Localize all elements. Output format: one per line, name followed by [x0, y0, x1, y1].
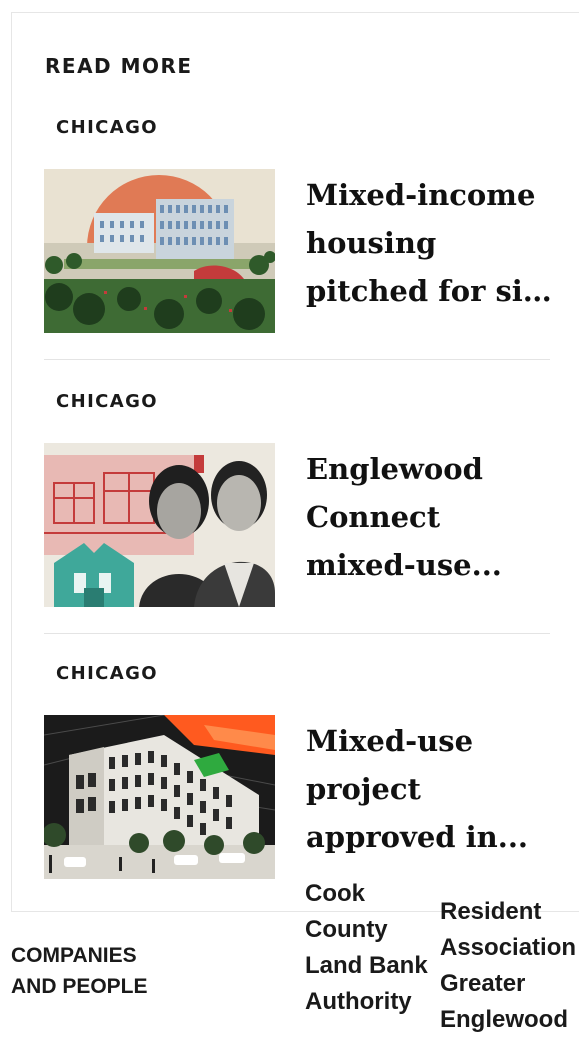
englewood-portrait-image [44, 443, 275, 607]
mixed-use-project-image [44, 715, 275, 879]
article-thumbnail[interactable] [44, 715, 275, 879]
cook-county-land-bank-link[interactable]: Cook County Land Bank Authority [305, 876, 430, 1020]
article-headline[interactable]: Mixed-use project approved in... [306, 717, 556, 861]
section-title: READ MORE [45, 54, 193, 78]
article-category[interactable]: CHICAGO [56, 117, 158, 138]
housing-rendering-image [44, 169, 275, 333]
read-more-panel: READ MORE CHICAGO Mixed-income housing p… [11, 12, 579, 912]
article-category[interactable]: CHICAGO [56, 663, 158, 684]
article-headline[interactable]: Mixed-income housing pitched for site ne… [306, 171, 556, 315]
companies-and-people-label: COMPANIES AND PEOPLE [11, 944, 148, 998]
resident-association-link[interactable]: Resident Association of Greater Englewoo… [440, 894, 579, 1038]
article-divider [44, 359, 550, 360]
article-thumbnail[interactable] [44, 443, 275, 607]
article-category[interactable]: CHICAGO [56, 391, 158, 412]
article-thumbnail[interactable] [44, 169, 275, 333]
article-divider [44, 633, 550, 634]
article-headline[interactable]: Englewood Connect mixed-use... [306, 445, 556, 589]
